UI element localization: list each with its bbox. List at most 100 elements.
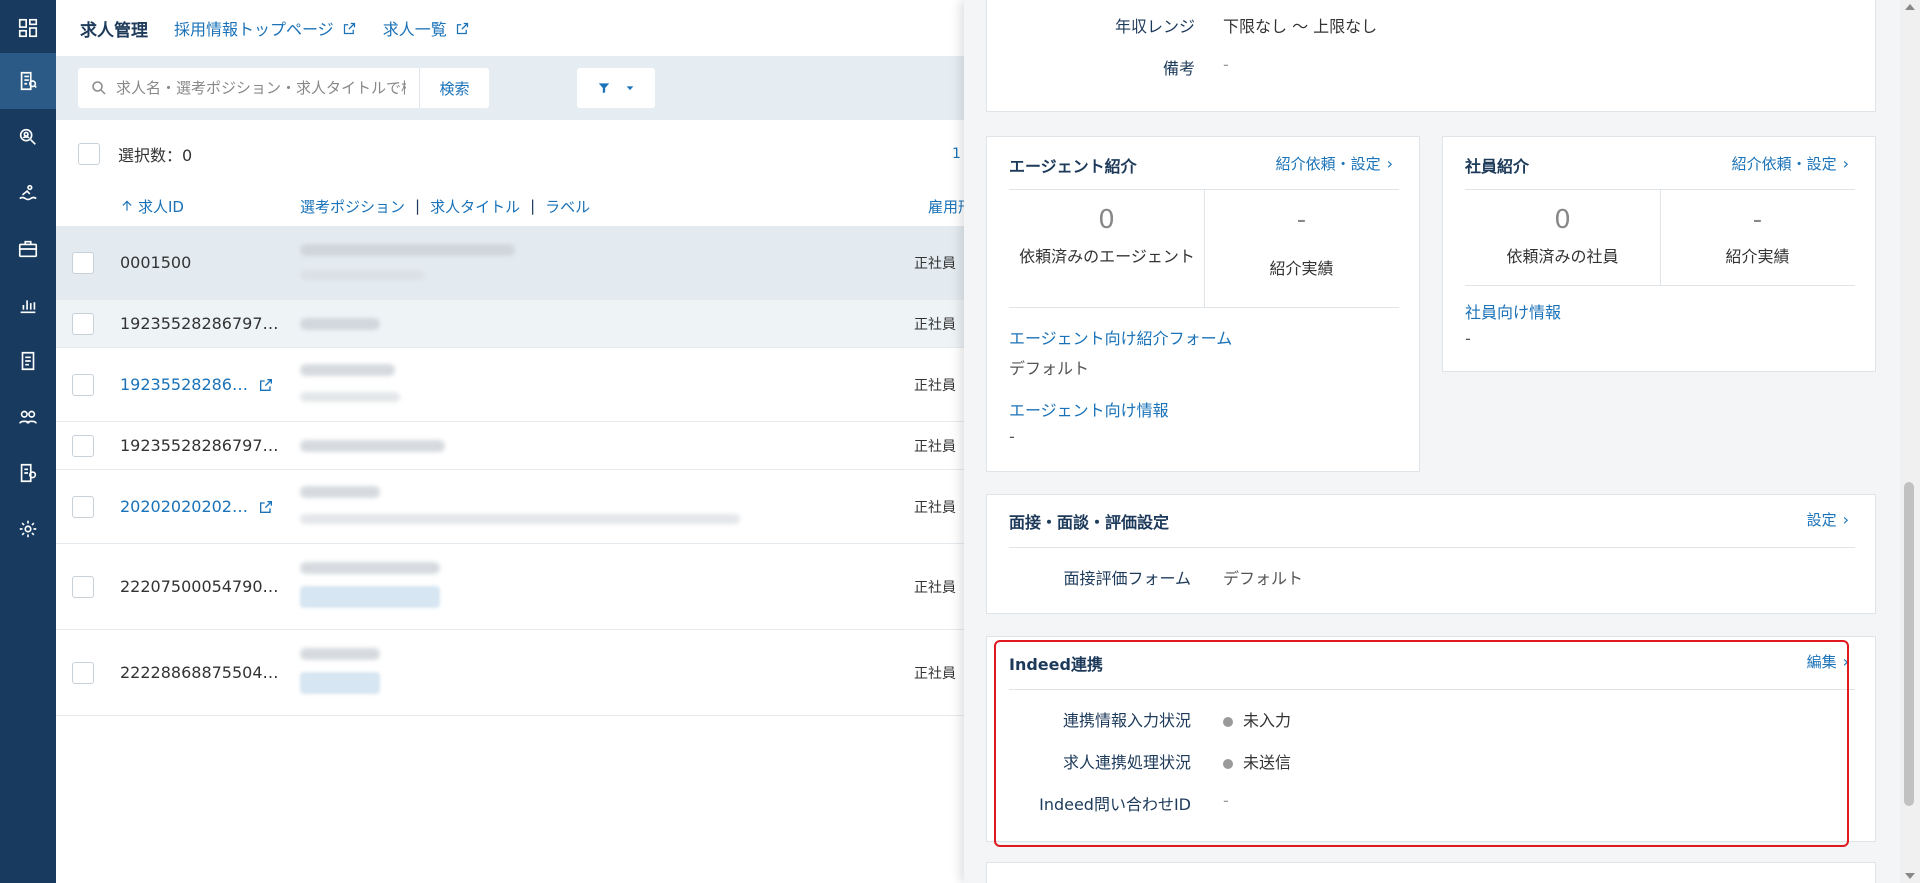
indeed-process-status-label: 求人連携処理状況 [1062,753,1191,772]
interview-form-label: 面接評価フォーム [1063,569,1191,588]
job-id: 19235528286797… [120,314,279,333]
redacted-position [300,562,440,574]
search-button[interactable]: 検索 [419,68,489,108]
indeed-inquiry-id-value: - [1223,791,1229,810]
page-title: 求人管理 [80,20,148,41]
agent-referral-settings-link[interactable]: 紹介依頼・設定 › [1276,153,1393,174]
column-header-title-label[interactable]: 求人タイトル [430,196,520,217]
column-header-id-label[interactable]: 求人ID [138,196,184,217]
scroll-down-arrow[interactable] [1905,873,1915,879]
recruit-top-link[interactable]: 採用情報トップページ [174,16,357,40]
column-header-position: 選考ポジション | 求人タイトル | ラベル [300,196,590,217]
document-icon[interactable] [0,333,56,389]
column-header-id[interactable]: 求人ID [120,196,184,217]
pool-icon[interactable] [0,165,56,221]
column-header-employment[interactable]: 雇用形 [928,196,964,217]
briefcase-icon[interactable] [0,221,56,277]
redacted-title [300,270,425,280]
agent-referral-results-label: 紹介実績 [1269,259,1334,278]
chart-icon[interactable] [0,277,56,333]
agent-info-link[interactable]: エージェント向け情報 [1009,397,1169,421]
redacted-position [300,648,380,660]
agent-referral-form-link[interactable]: エージェント向け紹介フォーム [1009,325,1232,349]
agent-referral-card: エージェント紹介 紹介依頼・設定 › 0 依頼済みのエージェント - 紹介実績 … [986,136,1420,472]
employee-referral-settings-label[interactable]: 紹介依頼・設定 [1732,153,1837,174]
employment-type: 正社員 [914,438,956,455]
row-checkbox[interactable] [72,373,94,396]
job-list-link[interactable]: 求人一覧 [383,16,470,40]
recruit-top-link-label[interactable]: 採用情報トップページ [174,16,334,40]
indeed-edit-link[interactable]: 編集 › [1807,651,1849,672]
employee-info-link[interactable]: 社員向け情報 [1465,299,1561,323]
column-header-label-label[interactable]: ラベル [545,196,590,217]
pagination-start[interactable]: 1 [952,146,961,162]
row-checkbox[interactable] [72,434,94,457]
dashboard-icon[interactable] [0,0,56,56]
users-icon[interactable] [0,389,56,445]
scroll-up-arrow[interactable] [1905,4,1915,10]
employment-type: 正社員 [914,316,956,333]
table-row[interactable]: 19235528286797… 正社員 [56,422,964,470]
selection-count: 選択数：0 [118,146,193,165]
interview-settings-link[interactable]: 設定 › [1807,509,1849,530]
interview-settings-label[interactable]: 設定 [1807,509,1837,530]
chevron-down-icon [626,86,634,91]
column-header-position-label[interactable]: 選考ポジション [300,196,405,217]
salary-range-value: 下限なし ～ 上限なし [1223,17,1378,36]
agent-referral-title: エージェント紹介 [1009,157,1137,176]
job-list-icon[interactable] [0,53,56,109]
filter-button[interactable] [577,68,655,108]
row-checkbox[interactable] [72,312,94,335]
status-dot-icon [1223,758,1233,769]
agent-referral-form-value: デフォルト [1009,359,1090,378]
table-row[interactable]: 0001500 正社員 [56,226,964,300]
job-id-link[interactable]: 20202020202… [120,497,252,516]
table-row[interactable]: 22207500054790… 正社員 [56,544,964,630]
row-checkbox[interactable] [72,495,94,518]
job-id: 0001500 [120,253,192,272]
external-link-icon [343,22,355,34]
row-checkbox[interactable] [72,661,94,684]
gear-icon[interactable] [0,501,56,557]
candidate-search-icon[interactable] [0,109,56,165]
divider [1009,307,1399,308]
employee-referral-results-label: 紹介実績 [1725,247,1790,266]
employee-requested-label: 依頼済みの社員 [1506,247,1619,266]
search-box: 検索 [78,68,489,108]
scrollbar-thumb[interactable] [1904,482,1914,806]
agent-requested-label: 依頼済みのエージェント [1019,247,1195,266]
redacted-position [300,364,395,376]
redacted-position [300,244,515,256]
salary-range-label: 年収レンジ [1114,17,1195,36]
panel-scrollbar[interactable] [1900,0,1920,883]
external-link-icon[interactable] [258,377,274,393]
divider [1009,547,1855,548]
external-link-icon[interactable] [258,499,274,515]
row-checkbox[interactable] [72,575,94,598]
job-list-link-label[interactable]: 求人一覧 [383,16,447,40]
remarks-label: 備考 [1162,59,1195,78]
table-row[interactable]: 19235528286797… 正社員 [56,300,964,348]
search-input[interactable] [116,79,406,97]
interview-settings-card: 面接・面談・評価設定 設定 › 面接評価フォーム デフォルト [986,494,1876,614]
export-icon[interactable] [0,445,56,501]
table-row[interactable]: 22228868875504… 正社員 [56,630,964,716]
chevron-right-icon: › [1842,652,1849,671]
select-all-checkbox[interactable] [78,143,100,165]
search-icon [90,79,108,97]
employee-referral-settings-link[interactable]: 紹介依頼・設定 › [1732,153,1849,174]
employee-referral-card: 社員紹介 紹介依頼・設定 › 0 依頼済みの社員 - 紹介実績 社員向け情報 - [1442,136,1876,372]
redacted-label-tag [300,586,440,608]
table-row[interactable]: 20202020202… 正社員 [56,470,964,544]
redacted-position [300,440,445,452]
chevron-right-icon: › [1386,154,1393,173]
employment-type: 正社員 [914,255,956,272]
job-id-link[interactable]: 19235528286… [120,375,252,394]
table-row[interactable]: 19235528286… 正社員 [56,348,964,422]
indeed-edit-label[interactable]: 編集 [1807,651,1837,672]
agent-referral-settings-label[interactable]: 紹介依頼・設定 [1276,153,1381,174]
row-checkbox[interactable] [72,251,94,274]
employee-requested-count: 0 [1554,205,1571,235]
next-section-card [986,862,1876,883]
sort-ascending-icon [122,200,132,211]
